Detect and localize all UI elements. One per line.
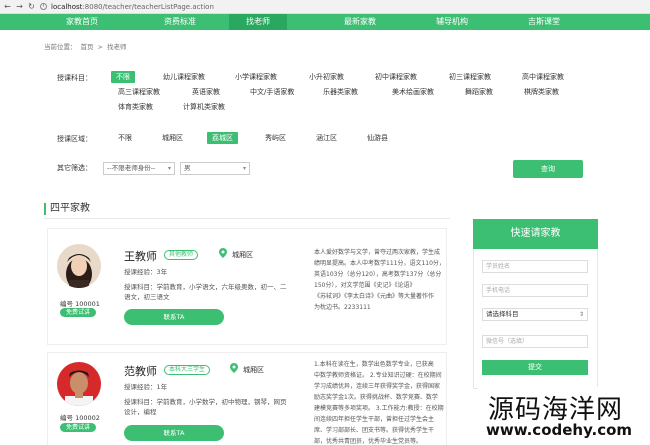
contact-teacher-button[interactable]: 联系TA: [124, 425, 224, 441]
subject-option[interactable]: 初三课程家教: [449, 71, 491, 83]
teacher-name[interactable]: 王教师: [124, 248, 157, 264]
teacher-description: 本人爱好数学与文学，曾夺过两次家教，学生成 绩明显提高。本人中考数学111分，语…: [314, 249, 445, 311]
subject-option[interactable]: 英语家教: [192, 86, 220, 98]
subject-option[interactable]: 乐器类家教: [323, 86, 358, 98]
phone-input[interactable]: 手机电话: [482, 284, 588, 297]
teacher-identity-select[interactable]: --不限老师身份-- ▾: [103, 162, 175, 175]
nav-item-classroom[interactable]: 吉斯课堂: [514, 14, 574, 30]
student-name-input[interactable]: 学员姓名: [482, 260, 588, 273]
area-option[interactable]: 城厢区: [162, 132, 183, 144]
area-option-selected[interactable]: 荔城区: [207, 132, 238, 144]
teacher-area: 城厢区: [243, 366, 264, 374]
teacher-card: 编号 100001 免费试讲 王教师 其他教师 城厢区 授课经验：3年 授课科目…: [47, 228, 447, 345]
teacher-type-badge: 本科大三学生: [164, 365, 211, 375]
area-option[interactable]: 仙游县: [367, 132, 388, 144]
watermark: 源码海洋网 www.codehy.com: [478, 387, 650, 445]
subject-option[interactable]: 棋牌类家教: [524, 86, 559, 98]
avatar[interactable]: [57, 244, 101, 288]
main-nav: 家教首页 资费标准 找老师 最新家教 辅导机构 吉斯课堂: [0, 14, 650, 30]
avatar[interactable]: [57, 362, 101, 406]
back-arrow-icon[interactable]: ←: [3, 2, 12, 11]
teacher-id: 编号 100002: [60, 414, 100, 422]
teacher-type-badge: 其他教师: [164, 250, 199, 260]
gender-select[interactable]: 男 ▾: [180, 162, 250, 175]
page-info-icon[interactable]: i: [40, 3, 47, 10]
teacher-description: 1.本科在读在生，数学出色数学专业，已获高 中数学教师资格证。 2.专业知识过硬…: [314, 361, 444, 445]
free-trial-tag[interactable]: 免费试讲: [60, 308, 96, 317]
nav-item-institutions[interactable]: 辅导机构: [422, 14, 482, 30]
nav-item-pricing[interactable]: 资费标准: [150, 14, 210, 30]
section-title: 四平家教: [44, 203, 90, 215]
reload-icon[interactable]: ↻: [27, 2, 36, 11]
browser-address-bar: ← → ↻ i localhost:8080/teacher/teacherLi…: [0, 0, 650, 14]
nav-item-find-teacher[interactable]: 找老师: [229, 14, 287, 30]
submit-button[interactable]: 提交: [482, 360, 588, 375]
watermark-url: www.codehy.com: [486, 421, 633, 439]
teacher-name[interactable]: 范教师: [124, 363, 157, 379]
teacher-subjects: 授课科目：学前教育，小学数学，初中物理，钢琴，网页: [124, 398, 287, 406]
chevron-down-icon: ▾: [242, 165, 246, 172]
contact-teacher-button[interactable]: 联系TA: [124, 309, 224, 325]
subject-option[interactable]: 体育类家教: [118, 101, 153, 113]
subject-select[interactable]: 请选择科目 ⇕: [482, 308, 588, 321]
teacher-subjects-cont: 语文，初三语文: [124, 293, 170, 301]
subject-option[interactable]: 中文/手语家教: [250, 86, 294, 98]
teacher-experience: 授课经验：1年: [124, 383, 168, 391]
query-button[interactable]: 查询: [513, 160, 583, 178]
teacher-subjects: 授课科目：学前教育，小学语文，六年级奥数，初一、二: [124, 283, 287, 291]
section-divider: [44, 218, 450, 219]
breadcrumb-current: 找老师: [106, 43, 127, 51]
nav-item-home[interactable]: 家教首页: [52, 14, 112, 30]
panel-title: 快速请家教: [473, 219, 598, 249]
subject-option[interactable]: 小学课程家教: [235, 71, 277, 83]
forward-arrow-icon[interactable]: →: [15, 2, 24, 11]
subject-option[interactable]: 计算机类家教: [183, 101, 225, 113]
subject-option[interactable]: 美术绘画家教: [392, 86, 434, 98]
free-trial-tag[interactable]: 免费试讲: [60, 423, 96, 432]
teacher-id: 编号 100001: [60, 300, 100, 308]
chevron-updown-icon: ⇕: [578, 311, 584, 318]
subject-option[interactable]: 舞蹈家教: [465, 86, 493, 98]
wechat-input[interactable]: 微信号（选填）: [482, 335, 588, 348]
location-pin-icon: [219, 248, 227, 258]
subject-option[interactable]: 初中课程家教: [375, 71, 417, 83]
teacher-experience: 授课经验：3年: [124, 268, 168, 276]
location-pin-icon: [230, 363, 238, 373]
nav-item-latest-tutors[interactable]: 最新家教: [330, 14, 390, 30]
other-filter-label: 其它筛选：: [57, 164, 92, 172]
area-option[interactable]: 涵江区: [316, 132, 337, 144]
url-field[interactable]: localhost:8080/teacher/teacherListPage.a…: [51, 3, 214, 11]
area-option-any[interactable]: 不限: [118, 132, 132, 144]
subject-option-any[interactable]: 不限: [111, 71, 135, 83]
teacher-area: 城厢区: [232, 251, 253, 259]
subject-option[interactable]: 幼儿课程家教: [163, 71, 205, 83]
quick-request-form: 学员姓名 手机电话 请选择科目 ⇕ 微信号（选填） 提交: [473, 249, 598, 389]
subject-option[interactable]: 小升初家教: [309, 71, 344, 83]
breadcrumb: 当前位置： 首页 > 找老师: [44, 43, 127, 51]
quick-request-panel: 快速请家教 学员姓名 手机电话 请选择科目 ⇕ 微信号（选填） 提交: [473, 219, 598, 389]
subject-option[interactable]: 高中课程家教: [522, 71, 564, 83]
breadcrumb-home[interactable]: 首页: [81, 43, 94, 51]
area-filter-label: 授课区域：: [57, 135, 92, 143]
subject-option[interactable]: 高三课程家教: [118, 86, 160, 98]
subject-filter-label: 授课科目：: [57, 74, 92, 82]
teacher-subjects-cont: 设计，编程: [124, 408, 157, 416]
teacher-card: 编号 100002 免费试讲 范教师 本科大三学生 城厢区 授课经验：1年 授课…: [47, 352, 447, 445]
chevron-down-icon: ▾: [167, 165, 171, 172]
area-option[interactable]: 秀屿区: [265, 132, 286, 144]
